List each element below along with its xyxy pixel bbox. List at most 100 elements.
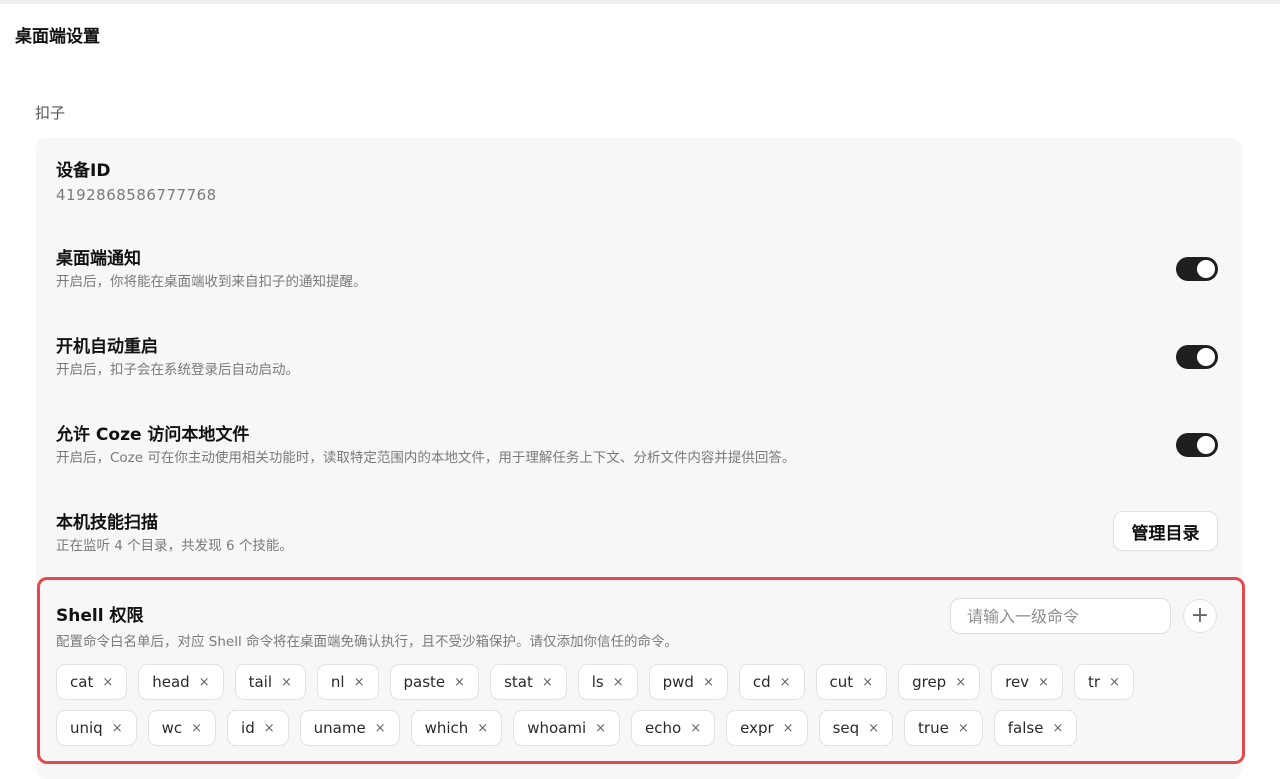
command-tag-label: expr <box>740 719 774 737</box>
autostart-toggle[interactable] <box>1176 345 1218 369</box>
setting-local-files: 允许 Coze 访问本地文件 开启后，Coze 可在你主动使用相关功能时，读取特… <box>56 423 1218 468</box>
remove-command-icon[interactable]: × <box>958 721 969 736</box>
command-tag: cat × <box>56 664 128 700</box>
command-tag-label: whoami <box>527 719 587 737</box>
command-tag-label: false <box>1007 719 1044 737</box>
skills-title: 本机技能扫描 <box>56 513 158 533</box>
command-tag-label: which <box>424 719 469 737</box>
remove-command-icon[interactable]: × <box>690 721 701 736</box>
notifications-toggle[interactable] <box>1176 257 1218 281</box>
command-tag-label: seq <box>832 719 860 737</box>
page-title: 桌面端设置 <box>15 27 100 47</box>
command-tag-label: pwd <box>662 673 694 691</box>
remove-command-icon[interactable]: × <box>102 675 113 690</box>
remove-command-icon[interactable]: × <box>264 721 275 736</box>
remove-command-icon[interactable]: × <box>281 675 292 690</box>
command-tag: false × <box>993 710 1078 746</box>
command-tag: echo × <box>631 710 716 746</box>
remove-command-icon[interactable]: × <box>955 675 966 690</box>
remove-command-icon[interactable]: × <box>862 675 873 690</box>
command-tag-label: tail <box>248 673 273 691</box>
device-id-title: 设备ID <box>56 161 111 181</box>
manage-directories-button[interactable]: 管理目录 <box>1113 511 1218 551</box>
command-tag-label: cut <box>829 673 854 691</box>
tag-row: uniq × wc × id × uname × which × whoami × echo × expr ×… <box>56 710 1196 746</box>
command-tag: pwd × <box>648 664 728 700</box>
command-tag: id × <box>227 710 289 746</box>
remove-command-icon[interactable]: × <box>1052 721 1063 736</box>
plus-icon: + <box>1190 603 1210 628</box>
command-tag: tail × <box>234 664 306 700</box>
command-tag-label: rev <box>1005 673 1030 691</box>
remove-command-icon[interactable]: × <box>112 721 123 736</box>
command-tag: nl × <box>316 664 379 700</box>
command-tag-label: head <box>152 673 190 691</box>
command-tag: uniq × <box>56 710 137 746</box>
setting-desc: 开启后，你将能在桌面端收到来自扣子的通知提醒。 <box>56 274 367 290</box>
command-tag-label: grep <box>912 673 947 691</box>
remove-command-icon[interactable]: × <box>868 721 879 736</box>
command-tag: stat × <box>490 664 567 700</box>
remove-command-icon[interactable]: × <box>477 721 488 736</box>
setting-autostart: 开机自动重启 开启后，扣子会在系统登录后自动启动。 <box>56 335 1218 380</box>
remove-command-icon[interactable]: × <box>703 675 714 690</box>
setting-title: 桌面端通知 <box>56 249 141 269</box>
local-files-toggle[interactable] <box>1176 433 1218 457</box>
command-tag: expr × <box>726 710 808 746</box>
remove-command-icon[interactable]: × <box>613 675 624 690</box>
command-tag: true × <box>904 710 983 746</box>
command-tag: tr × <box>1073 664 1134 700</box>
shell-title: Shell 权限 <box>56 606 144 626</box>
device-id-value: 4192868586777768 <box>56 186 217 204</box>
device-id-row: 设备ID 4192868586777768 <box>56 159 1218 206</box>
top-bar <box>0 0 1280 4</box>
command-tag-label: wc <box>161 719 183 737</box>
command-tag-label: cat <box>70 673 94 691</box>
setting-title: 开机自动重启 <box>56 337 158 357</box>
command-tag-label: id <box>241 719 255 737</box>
command-tag-label: nl <box>330 673 345 691</box>
command-tag-label: tr <box>1087 673 1101 691</box>
command-tag-label: uname <box>313 719 366 737</box>
command-tag: rev × <box>991 664 1063 700</box>
remove-command-icon[interactable]: × <box>454 675 465 690</box>
command-tag: cd × <box>738 664 805 700</box>
command-tag: paste × <box>389 664 480 700</box>
remove-command-icon[interactable]: × <box>542 675 553 690</box>
shell-desc: 配置命令白名单后，对应 Shell 命令将在桌面端免确认执行，且不受沙箱保护。请… <box>56 634 679 650</box>
skills-desc: 正在监听 4 个目录，共发现 6 个技能。 <box>56 538 293 554</box>
remove-command-icon[interactable]: × <box>375 721 386 736</box>
remove-command-icon[interactable]: × <box>783 721 794 736</box>
setting-notifications: 桌面端通知 开启后，你将能在桌面端收到来自扣子的通知提醒。 <box>56 247 1218 292</box>
remove-command-icon[interactable]: × <box>199 675 210 690</box>
setting-title: 允许 Coze 访问本地文件 <box>56 425 250 445</box>
remove-command-icon[interactable]: × <box>1038 675 1049 690</box>
command-tag: uname × <box>299 710 400 746</box>
command-tag: whoami × <box>513 710 621 746</box>
command-tag-label: cd <box>752 673 771 691</box>
command-tag: cut × <box>815 664 888 700</box>
command-tag: ls × <box>577 664 638 700</box>
remove-command-icon[interactable]: × <box>780 675 791 690</box>
skills-scan-row: 本机技能扫描 正在监听 4 个目录，共发现 6 个技能。 管理目录 <box>56 511 1218 556</box>
remove-command-icon[interactable]: × <box>354 675 365 690</box>
remove-command-icon[interactable]: × <box>1109 675 1120 690</box>
command-tag-label: echo <box>645 719 682 737</box>
remove-command-icon[interactable]: × <box>595 721 606 736</box>
command-tag-list: cat × head × tail × nl × paste × stat × ls × pwd × cd × cu… <box>56 664 1196 756</box>
setting-desc: 开启后，Coze 可在你主动使用相关功能时，读取特定范围内的本地文件，用于理解任… <box>56 450 796 466</box>
command-tag-label: true <box>918 719 949 737</box>
command-tag: head × <box>138 664 224 700</box>
command-tag: seq × <box>818 710 894 746</box>
shell-permissions-section: Shell 权限 配置命令白名单后，对应 Shell 命令将在桌面端免确认执行，… <box>37 577 1245 764</box>
command-tag: which × <box>410 710 503 746</box>
command-input[interactable] <box>950 598 1171 634</box>
remove-command-icon[interactable]: × <box>191 721 202 736</box>
command-tag-label: ls <box>591 673 604 691</box>
setting-desc: 开启后，扣子会在系统登录后自动启动。 <box>56 362 299 378</box>
command-tag: wc × <box>147 710 217 746</box>
section-label: 扣子 <box>35 104 66 122</box>
command-tag-label: paste <box>403 673 446 691</box>
add-command-button[interactable]: + <box>1183 599 1217 633</box>
command-tag-label: stat <box>504 673 533 691</box>
